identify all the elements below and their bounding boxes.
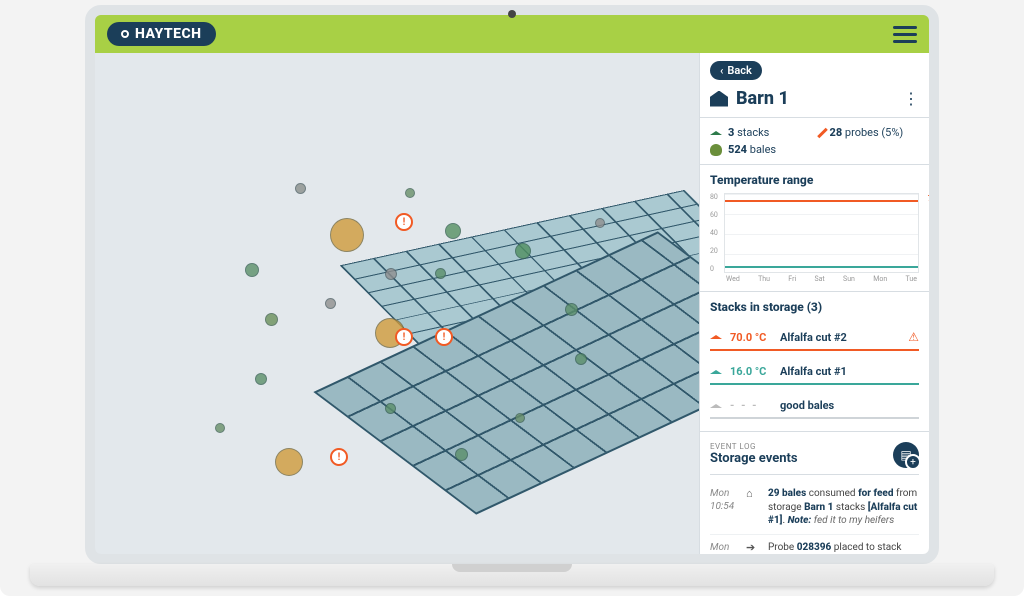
stack-underline	[710, 417, 919, 419]
event-row[interactable]: Mon10:12 ➔ Probe 028396 placed to stack Al…	[710, 535, 919, 555]
probe-dot[interactable]	[245, 263, 259, 277]
chart-min-line	[725, 266, 918, 268]
alert-marker[interactable]: !	[395, 328, 413, 346]
alert-marker[interactable]: !	[435, 328, 453, 346]
stack-icon	[710, 404, 722, 408]
stack-name: Alfalfa cut #1	[780, 365, 919, 378]
probe-dot[interactable]	[455, 448, 468, 461]
brand-mark-icon	[121, 30, 129, 38]
arrow-left-icon: ‹	[720, 64, 723, 77]
events-eyebrow: EVENT LOG	[710, 442, 798, 451]
event-type-icon: ⌂	[746, 487, 760, 528]
alert-marker[interactable]: !	[395, 213, 413, 231]
brand-name: HAYTECH	[135, 26, 202, 42]
chart-y-axis: 806040200	[710, 193, 724, 273]
stacks-section: Stacks in storage (3) 70.0 °C Alfalfa cut…	[700, 292, 929, 432]
event-row[interactable]: Mon10:54 ⌂29 bales consumed for feed from…	[710, 481, 919, 535]
probe-dot[interactable]	[330, 218, 364, 252]
more-menu-button[interactable]: ⋮	[903, 89, 919, 108]
barn-title: Barn 1	[736, 88, 895, 109]
event-text: Probe 028396 placed to stack Alfalfa cut…	[768, 541, 919, 555]
event-time: Mon10:12	[710, 541, 738, 555]
document-icon: ▤	[900, 448, 911, 462]
probe-dot[interactable]	[265, 313, 278, 326]
events-section: EVENT LOG Storage events ▤ Mon10:54 ⌂29 b…	[700, 432, 929, 554]
probe-dot[interactable]	[575, 353, 587, 365]
probe-dot[interactable]	[215, 423, 225, 433]
chart-plot-area: 70.0 °C 0.0 °C	[724, 193, 919, 273]
probe-dot[interactable]	[515, 243, 531, 259]
alert-marker[interactable]: !	[330, 448, 348, 466]
probe-dot[interactable]	[515, 413, 525, 423]
stack-row[interactable]: 16.0 °C Alfalfa cut #1	[710, 355, 919, 385]
event-time: Mon10:54	[710, 487, 738, 528]
stack-underline	[710, 349, 919, 351]
stack-icon	[710, 335, 722, 339]
stack-3d-visualization[interactable]: !!!!	[95, 53, 699, 554]
stack-icon	[710, 370, 722, 374]
probe-dot[interactable]	[295, 183, 306, 194]
temp-range-chart[interactable]: 806040200 70.0 °C 0.0 °C	[710, 193, 919, 273]
stat-stacks: 3 stacks	[710, 126, 809, 139]
stat-probes: 28 probes (5%)	[821, 126, 920, 139]
stack-temp: - - -	[730, 399, 772, 412]
probe-dot[interactable]	[275, 448, 303, 476]
stack-name: good bales	[780, 399, 919, 412]
chart-x-axis: WedThuFriSatSunMonTue	[710, 273, 919, 283]
add-event-button[interactable]: ▤	[893, 442, 919, 468]
probe-dot[interactable]	[435, 268, 446, 279]
probe-icon	[817, 127, 828, 138]
event-type-icon: ➔	[746, 541, 760, 555]
laptop-base	[30, 564, 994, 586]
probe-dot[interactable]	[385, 268, 397, 280]
probe-dot[interactable]	[255, 373, 267, 385]
app-header: HAYTECH	[95, 15, 929, 53]
alert-bell-icon: ⚠	[908, 330, 919, 344]
probe-dot[interactable]	[325, 298, 336, 309]
bale-icon	[710, 144, 722, 156]
probe-dot[interactable]	[405, 188, 415, 198]
temperature-range-section: Temperature range 806040200 70.0 °C 0.0 …	[700, 165, 929, 292]
stacks-title: Stacks in storage (3)	[710, 300, 919, 314]
side-panel: ‹ Back Barn 1 ⋮ 3 stacks	[699, 53, 929, 554]
chart-max-line	[725, 200, 918, 202]
probe-dot[interactable]	[385, 403, 396, 414]
back-button[interactable]: ‹ Back	[710, 61, 762, 80]
event-text: 29 bales consumed for feed from storage …	[768, 487, 919, 528]
stack-row[interactable]: 70.0 °C Alfalfa cut #2 ⚠	[710, 320, 919, 351]
probe-dot[interactable]	[445, 223, 461, 239]
app-window: HAYTECH !!!! ‹ Back	[85, 5, 939, 564]
barn-stats: 3 stacks 28 probes (5%) 524 bales	[700, 118, 929, 165]
stack-underline	[710, 383, 919, 385]
back-label: Back	[727, 64, 751, 77]
probe-dot[interactable]	[565, 303, 578, 316]
events-title: Storage events	[710, 451, 798, 466]
barn-icon	[710, 91, 728, 107]
laptop-camera	[508, 10, 516, 18]
stack-icon	[710, 131, 722, 135]
stack-name: Alfalfa cut #2	[780, 331, 900, 344]
probe-dot[interactable]	[595, 218, 605, 228]
temp-range-title: Temperature range	[710, 173, 919, 187]
menu-button[interactable]	[893, 26, 917, 43]
brand-pill[interactable]: HAYTECH	[107, 22, 216, 46]
chart-max-label: 70.0 °C	[928, 194, 929, 203]
stack-temp: 70.0 °C	[730, 331, 772, 344]
stack-temp: 16.0 °C	[730, 365, 772, 378]
stat-bales: 524 bales	[710, 143, 809, 156]
stack-row[interactable]: - - - good bales	[710, 389, 919, 419]
